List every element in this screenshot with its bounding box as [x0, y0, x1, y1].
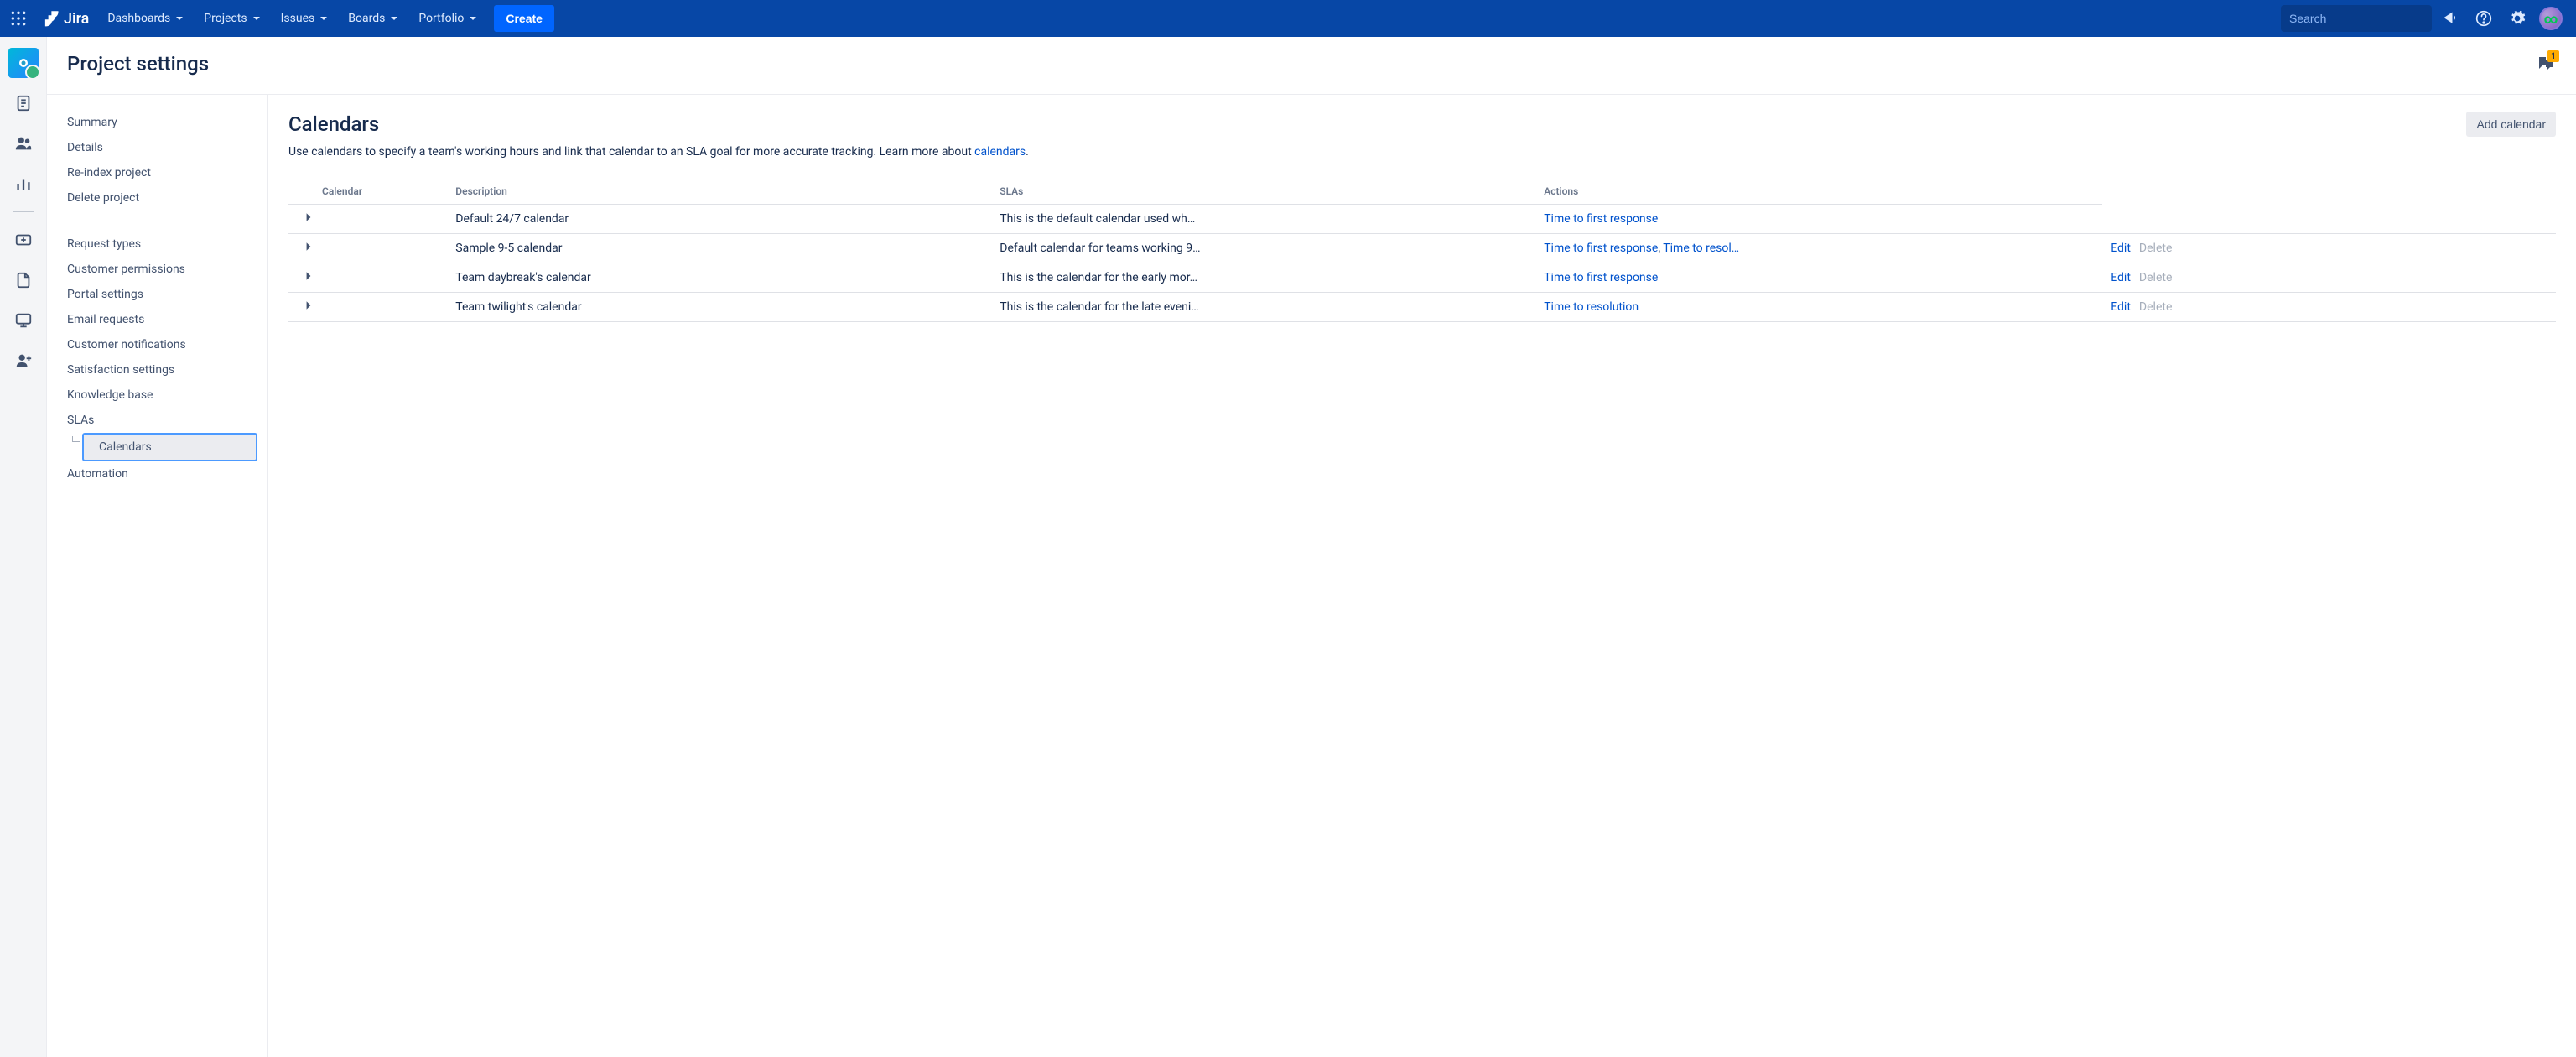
nav-dashboards[interactable]: Dashboards	[99, 3, 192, 34]
sidebar-item-re-index-project[interactable]: Re-index project	[54, 160, 257, 185]
avatar[interactable]: ∞	[2536, 3, 2566, 34]
rail-add-icon[interactable]	[6, 222, 41, 258]
sidebar-item-delete-project[interactable]: Delete project	[54, 185, 257, 211]
calendars-link[interactable]: calendars	[974, 145, 1026, 159]
settings-sidebar: SummaryDetailsRe-index projectDelete pro…	[47, 95, 268, 1057]
feedback-badge: 1	[2547, 50, 2559, 62]
expand-toggle[interactable]	[288, 234, 447, 263]
rail-pages-icon[interactable]	[6, 86, 41, 121]
panel-description: Use calendars to specify a team's workin…	[288, 145, 2556, 159]
delete-link[interactable]: Delete	[2139, 300, 2172, 314]
sidebar-item-customer-notifications[interactable]: Customer notifications	[54, 332, 257, 357]
sidebar-item-details[interactable]: Details	[54, 135, 257, 160]
sidebar-item-satisfaction-settings[interactable]: Satisfaction settings	[54, 357, 257, 383]
panel-title: Calendars	[288, 112, 379, 136]
calendar-slas: Time to resolution	[1535, 293, 2102, 322]
calendar-description: Default calendar for teams working 9…	[991, 234, 1535, 263]
sidebar-item-calendars[interactable]: Calendars	[82, 433, 257, 461]
calendar-actions: Edit Delete	[2102, 263, 2556, 293]
edit-link[interactable]: Edit	[2111, 271, 2131, 284]
calendar-slas: Time to first response, Time to resol…	[1535, 234, 2102, 263]
calendar-slas: Time to first response	[1535, 263, 2102, 293]
chevron-right-icon	[304, 242, 314, 252]
table-row: Sample 9-5 calendarDefault calendar for …	[288, 234, 2556, 263]
logo-text: Jira	[64, 10, 89, 28]
delete-link[interactable]: Delete	[2139, 242, 2172, 255]
add-calendar-button[interactable]: Add calendar	[2466, 112, 2556, 137]
app-switcher-icon[interactable]	[3, 3, 34, 34]
nav-projects[interactable]: Projects	[195, 3, 268, 34]
search-box[interactable]	[2281, 5, 2432, 32]
calendars-table: Calendar Description SLAs Actions Defaul…	[288, 179, 2556, 322]
col-slas: SLAs	[991, 179, 1535, 205]
sidebar-item-request-types[interactable]: Request types	[54, 232, 257, 257]
rail-reports-icon[interactable]	[6, 166, 41, 201]
rail-people-icon[interactable]	[6, 126, 41, 161]
sidebar-item-summary[interactable]: Summary	[54, 110, 257, 135]
jira-logo[interactable]: Jira	[37, 10, 96, 28]
sla-link[interactable]: Time to resol…	[1663, 242, 1739, 255]
nav-portfolio[interactable]: Portfolio	[410, 3, 486, 34]
table-row: Default 24/7 calendarThis is the default…	[288, 205, 2556, 234]
calendar-description: This is the calendar for the late eveni…	[991, 293, 1535, 322]
top-nav: Jira Dashboards Projects Issues Boards P…	[0, 0, 2576, 37]
chevron-right-icon	[304, 212, 314, 222]
feedback-button[interactable]: 1	[2536, 54, 2556, 74]
delete-link[interactable]: Delete	[2139, 271, 2172, 284]
calendar-name: Default 24/7 calendar	[447, 205, 991, 234]
expand-toggle[interactable]	[288, 205, 447, 234]
expand-toggle[interactable]	[288, 293, 447, 322]
calendar-actions	[2102, 205, 2556, 234]
help-icon[interactable]	[2469, 3, 2499, 34]
create-button[interactable]: Create	[494, 5, 554, 32]
calendar-name: Team daybreak's calendar	[447, 263, 991, 293]
calendar-name: Team twilight's calendar	[447, 293, 991, 322]
sidebar-item-knowledge-base[interactable]: Knowledge base	[54, 383, 257, 408]
search-input[interactable]	[2289, 12, 2441, 25]
table-row: Team daybreak's calendarThis is the cale…	[288, 263, 2556, 293]
edit-link[interactable]: Edit	[2111, 242, 2131, 255]
calendar-description: This is the default calendar used wh…	[991, 205, 1535, 234]
notifications-icon[interactable]	[2435, 3, 2465, 34]
col-calendar: Calendar	[288, 179, 447, 205]
sla-link[interactable]: Time to first response	[1544, 271, 1658, 284]
calendar-description: This is the calendar for the early mor…	[991, 263, 1535, 293]
rail-invite-icon[interactable]	[6, 343, 41, 378]
sla-link[interactable]: Time to first response	[1544, 242, 1658, 255]
sidebar-item-customer-permissions[interactable]: Customer permissions	[54, 257, 257, 282]
calendar-name: Sample 9-5 calendar	[447, 234, 991, 263]
sidebar-item-email-requests[interactable]: Email requests	[54, 307, 257, 332]
sla-link[interactable]: Time to first response	[1544, 212, 1658, 226]
chevron-right-icon	[304, 271, 314, 281]
rail-monitor-icon[interactable]	[6, 303, 41, 338]
expand-toggle[interactable]	[288, 263, 447, 293]
rail-project-icon[interactable]	[6, 45, 41, 81]
left-rail	[0, 37, 47, 1057]
sidebar-item-slas[interactable]: SLAs	[54, 408, 257, 433]
page-title: Project settings	[67, 52, 209, 76]
page-header: Project settings 1	[47, 37, 2576, 95]
sidebar-item-portal-settings[interactable]: Portal settings	[54, 282, 257, 307]
rail-file-icon[interactable]	[6, 263, 41, 298]
col-actions: Actions	[1535, 179, 2102, 205]
edit-link[interactable]: Edit	[2111, 300, 2131, 314]
calendar-actions: Edit Delete	[2102, 234, 2556, 263]
col-description: Description	[447, 179, 991, 205]
settings-icon[interactable]	[2502, 3, 2532, 34]
sla-link[interactable]: Time to resolution	[1544, 300, 1639, 314]
calendar-slas: Time to first response	[1535, 205, 2102, 234]
main-panel: Calendars Add calendar Use calendars to …	[268, 95, 2576, 1057]
nav-issues[interactable]: Issues	[273, 3, 337, 34]
calendar-actions: Edit Delete	[2102, 293, 2556, 322]
sidebar-item-automation[interactable]: Automation	[54, 461, 257, 487]
nav-boards[interactable]: Boards	[340, 3, 407, 34]
chevron-right-icon	[304, 300, 314, 310]
rail-divider	[13, 211, 34, 212]
table-row: Team twilight's calendarThis is the cale…	[288, 293, 2556, 322]
